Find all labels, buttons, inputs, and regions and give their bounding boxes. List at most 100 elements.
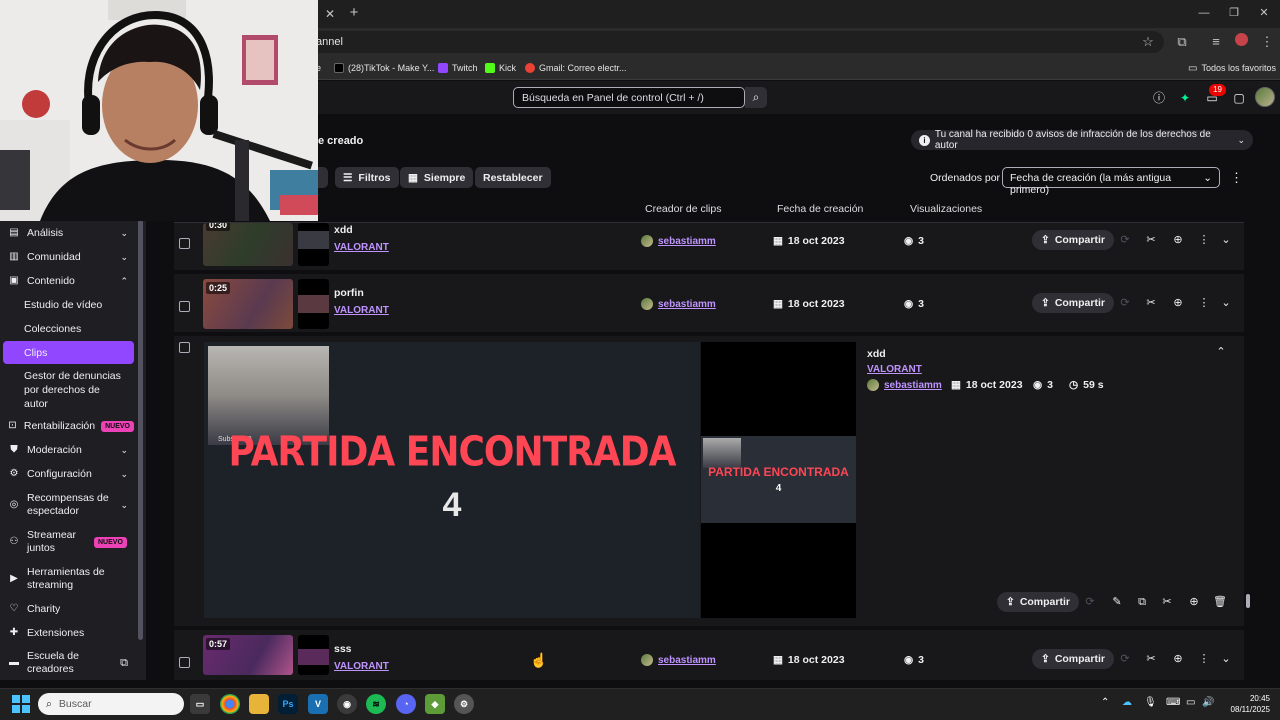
sidebar-sub-colecciones[interactable]: Colecciones bbox=[24, 323, 81, 335]
clip-thumbnail[interactable]: 0:25 bbox=[203, 279, 293, 329]
edit-icon[interactable]: ✎ bbox=[1109, 594, 1125, 610]
scissors-icon[interactable]: ✂ bbox=[1159, 594, 1175, 610]
expanded-creator-link[interactable]: sebastiamm bbox=[867, 379, 942, 391]
scissors-icon[interactable]: ✂ bbox=[1143, 295, 1159, 311]
windows-start-icon[interactable] bbox=[12, 695, 30, 713]
more-icon[interactable]: ⋮ bbox=[1196, 232, 1212, 248]
reset-button[interactable]: Restablecer bbox=[475, 167, 551, 188]
row-checkbox[interactable] bbox=[179, 238, 190, 249]
user-avatar[interactable] bbox=[1255, 87, 1275, 107]
spotify-icon[interactable]: ≋ bbox=[366, 694, 386, 714]
chevron-down-icon[interactable]: ⌄ bbox=[1218, 295, 1234, 311]
clip-creator-link[interactable]: sebastiamm bbox=[641, 654, 716, 666]
sync-icon[interactable]: ⟳ bbox=[1117, 295, 1133, 311]
sidebar-item-moderacion[interactable]: ⛊ Moderación ⌄ bbox=[8, 439, 134, 461]
more-icon[interactable]: ⋮ bbox=[1196, 651, 1212, 667]
chevron-up-icon[interactable]: ⌃ bbox=[1213, 344, 1229, 360]
share-button[interactable]: ⇪ Compartir bbox=[1032, 230, 1114, 250]
keyboard-icon[interactable]: ⌨ bbox=[1166, 697, 1180, 708]
more-icon[interactable]: ⋮ bbox=[1196, 295, 1212, 311]
clip-creator-link[interactable]: sebastiamm bbox=[641, 235, 716, 247]
share-button[interactable]: ⇪ Compartir bbox=[997, 592, 1079, 612]
trash-icon[interactable]: 🗑 bbox=[1212, 594, 1228, 610]
clip-thumbnail[interactable]: 0:30 bbox=[203, 223, 293, 266]
sidebar-item-streamear[interactable]: ⚇ Streamear juntos NUEVO bbox=[8, 529, 134, 555]
clip-game-link[interactable]: VALORANT bbox=[334, 661, 389, 672]
clip-game-link[interactable]: VALORANT bbox=[334, 242, 389, 253]
taskbar-clock[interactable]: 20:45 08/11/2025 bbox=[1224, 693, 1270, 715]
tray-chevron-icon[interactable]: ⌃ bbox=[1101, 697, 1109, 708]
sidebar-item-escuela[interactable]: ▬ Escuela de creadores ⧉ bbox=[8, 650, 134, 676]
network-icon[interactable]: ▭ bbox=[1186, 697, 1195, 708]
dashboard-search-input[interactable]: Búsqueda en Panel de control (Ctrl + /) bbox=[513, 87, 745, 108]
external-link-icon[interactable]: ⧉ bbox=[1134, 594, 1150, 610]
more-options-icon[interactable]: ⋮ bbox=[1230, 170, 1243, 186]
taskbar-search[interactable]: ⌕ Buscar bbox=[38, 693, 184, 715]
sidebar-scrollbar[interactable] bbox=[138, 220, 143, 640]
date-range-button[interactable]: ▦ Siempre bbox=[400, 167, 474, 188]
minecraft-icon[interactable]: ◆ bbox=[425, 694, 445, 714]
clip-title[interactable]: porfin bbox=[334, 287, 364, 299]
add-circle-icon[interactable]: ⊕ bbox=[1170, 651, 1186, 667]
address-bar[interactable] bbox=[300, 31, 1164, 53]
chat-icon[interactable]: ▢ bbox=[1230, 89, 1248, 107]
file-explorer-icon[interactable] bbox=[249, 694, 269, 714]
sidebar-item-contenido[interactable]: ▣ Contenido ⌃ bbox=[8, 270, 134, 292]
bookmark-star-icon[interactable]: ☆ bbox=[1139, 33, 1157, 51]
sidebar-item-comunidad[interactable]: ▥ Comunidad ⌄ bbox=[8, 246, 134, 268]
expanded-clip-title[interactable]: xdd bbox=[867, 348, 886, 360]
sidebar-sub-estudio[interactable]: Estudio de vídeo bbox=[24, 299, 102, 311]
vegas-icon[interactable]: V bbox=[308, 694, 328, 714]
sidebar-item-extensiones[interactable]: ✚ Extensiones bbox=[8, 622, 134, 644]
sidebar-sub-gestor[interactable]: Gestor de denuncias por derechos de auto… bbox=[24, 370, 121, 410]
column-views[interactable]: Visualizaciones bbox=[910, 203, 982, 215]
obs-icon[interactable]: ◉ bbox=[337, 694, 357, 714]
volume-icon[interactable]: 🔊 bbox=[1202, 697, 1214, 708]
media-icon[interactable]: ≡ bbox=[1207, 33, 1225, 51]
sidebar-item-recompensas[interactable]: ◎ Recompensas de espectador ⌄ bbox=[8, 492, 134, 518]
filters-button[interactable]: ☰ Filtros bbox=[335, 167, 399, 188]
row-checkbox[interactable] bbox=[179, 342, 190, 353]
add-circle-icon[interactable]: ⊕ bbox=[1186, 594, 1202, 610]
photoshop-icon[interactable]: Ps bbox=[278, 694, 298, 714]
scissors-icon[interactable]: ✂ bbox=[1143, 651, 1159, 667]
sparkle-icon[interactable]: ✦ bbox=[1176, 89, 1194, 107]
chrome-icon[interactable] bbox=[220, 694, 240, 714]
maximize-icon[interactable]: ❐ bbox=[1220, 4, 1248, 22]
bookmark-tiktok[interactable]: (28)TikTok - Make Y... bbox=[334, 60, 434, 76]
share-button[interactable]: ⇪ Compartir bbox=[1032, 293, 1114, 313]
copyright-notice[interactable]: i Tu canal ha recibido 0 avisos de infrac… bbox=[911, 129, 1253, 151]
main-scrollbar[interactable] bbox=[1246, 594, 1250, 608]
sync-icon[interactable]: ⟳ bbox=[1117, 651, 1133, 667]
bookmark-twitch[interactable]: Twitch bbox=[438, 60, 478, 76]
sync-icon[interactable]: ⟳ bbox=[1082, 594, 1098, 610]
add-circle-icon[interactable]: ⊕ bbox=[1170, 295, 1186, 311]
row-checkbox[interactable] bbox=[179, 657, 190, 668]
expanded-game-link[interactable]: VALORANT bbox=[867, 364, 922, 375]
onedrive-icon[interactable]: ☁ bbox=[1122, 697, 1132, 708]
sidebar-item-charity[interactable]: ♡ Charity bbox=[8, 598, 134, 620]
sidebar-sub-clips[interactable]: Clips bbox=[24, 347, 47, 359]
all-bookmarks[interactable]: ▭ Todos los favoritos bbox=[1188, 60, 1276, 76]
minimize-icon[interactable]: — bbox=[1190, 4, 1218, 22]
bookmark-kick[interactable]: Kick bbox=[485, 60, 516, 76]
clip-title[interactable]: sss bbox=[334, 643, 352, 655]
clip-creator-link[interactable]: sebastiamm bbox=[641, 298, 716, 310]
help-icon[interactable]: ⓘ bbox=[1150, 89, 1168, 107]
add-circle-icon[interactable]: ⊕ bbox=[1170, 232, 1186, 248]
tab-close-icon[interactable]: ✕ bbox=[322, 6, 338, 22]
sidebar-item-analisis[interactable]: ▤ Análisis ⌄ bbox=[8, 222, 134, 244]
chrome-menu-icon[interactable]: ⋮ bbox=[1258, 33, 1276, 51]
sync-icon[interactable]: ⟳ bbox=[1117, 232, 1133, 248]
sidebar-item-herramientas[interactable]: ▶ Herramientas de streaming bbox=[8, 566, 134, 592]
discord-icon[interactable]: ◔ bbox=[396, 694, 416, 714]
clip-thumbnail[interactable]: 0:57 bbox=[203, 635, 293, 675]
clip-game-link[interactable]: VALORANT bbox=[334, 305, 389, 316]
sort-select[interactable]: Fecha de creación (la más antigua primer… bbox=[1002, 167, 1220, 196]
extensions-icon[interactable]: ⧉ bbox=[1173, 33, 1191, 51]
column-date[interactable]: Fecha de creación bbox=[777, 203, 863, 215]
new-tab-icon[interactable]: + bbox=[346, 5, 362, 21]
sidebar-item-configuracion[interactable]: ⚙ Configuración ⌄ bbox=[8, 463, 134, 485]
share-button[interactable]: ⇪ Compartir bbox=[1032, 649, 1114, 669]
settings-icon[interactable]: ⚙ bbox=[454, 694, 474, 714]
